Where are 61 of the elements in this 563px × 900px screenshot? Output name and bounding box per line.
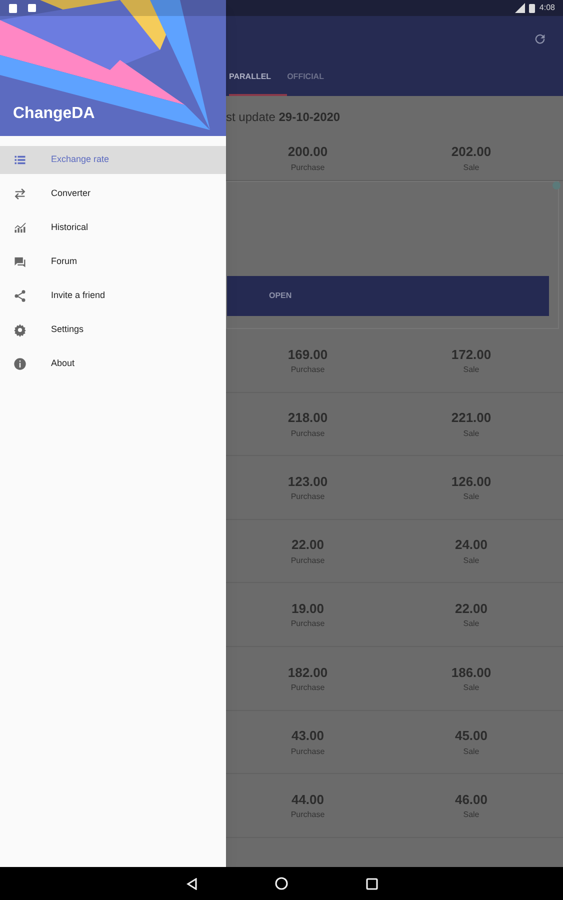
signal-icon: [515, 3, 526, 13]
rate-label: Purchase: [290, 618, 325, 630]
rate-label: Purchase: [290, 554, 325, 567]
rate-value: 169.00: [288, 346, 328, 364]
rate-value: 19.00: [291, 600, 324, 618]
rate-label: Sale: [463, 809, 480, 822]
rate-value: 45.00: [454, 727, 488, 746]
menu-item[interactable]: Exchange rate: [0, 146, 226, 174]
refresh-icon[interactable]: [533, 32, 547, 46]
menu-item[interactable]: Converter: [0, 180, 226, 208]
app-title: ChangeDA: [13, 104, 95, 124]
rate-label: Sale: [463, 491, 480, 504]
rate-value: 46.00: [454, 790, 488, 809]
rate-value: 221.00: [451, 409, 492, 428]
rate-value: 22.00: [454, 600, 488, 618]
clock-text: 4:08: [539, 2, 555, 14]
tab[interactable]: PARALLEL: [229, 60, 288, 96]
rate-value: 202.00: [451, 143, 492, 161]
list-icon: [13, 153, 27, 167]
chat-bubbles-icon: [13, 255, 27, 269]
rate-label: Sale: [463, 428, 480, 440]
swap-arrows-icon: [13, 187, 27, 201]
rate-value: 218.00: [288, 409, 328, 428]
rate-label: Sale: [463, 682, 480, 694]
rate-label: Sale: [463, 162, 480, 174]
settings-icon: [13, 323, 27, 337]
rate-label: Purchase: [290, 491, 325, 504]
rate-value: 44.00: [291, 790, 324, 809]
rate-label: Sale: [463, 364, 480, 376]
rate-value: 182.00: [288, 664, 328, 682]
menu-item[interactable]: About: [0, 350, 226, 378]
rate-label: Purchase: [290, 162, 325, 174]
last-update-text: st update 29-10-2020: [226, 109, 342, 126]
rate-value: 123.00: [288, 472, 328, 491]
menu-item[interactable]: Forum: [0, 248, 226, 276]
recents-icon[interactable]: [366, 878, 378, 890]
rate-value: 172.00: [451, 346, 492, 364]
battery-icon: [529, 3, 536, 13]
open-button[interactable]: OPEN: [227, 276, 549, 316]
rate-value: 22.00: [291, 536, 324, 554]
chart-icon: [13, 221, 27, 235]
rate-value: 126.00: [451, 472, 492, 491]
rate-label: Sale: [463, 554, 480, 567]
rate-value: 43.00: [291, 727, 324, 746]
rate-label: Purchase: [290, 746, 325, 758]
rate-label: Purchase: [290, 364, 325, 376]
rate-label: Purchase: [290, 809, 325, 822]
rate-label: Purchase: [290, 428, 325, 440]
share-icon: [13, 289, 27, 303]
back-icon[interactable]: [186, 878, 198, 890]
home-icon[interactable]: [275, 877, 288, 890]
rate-label: Sale: [463, 618, 480, 630]
rate-label: Sale: [463, 746, 480, 758]
menu-item[interactable]: Invite a friend: [0, 282, 226, 310]
menu-item[interactable]: Settings: [0, 316, 226, 344]
menu-item[interactable]: Historical: [0, 214, 226, 242]
rate-value: 186.00: [451, 664, 492, 682]
rate-label: Purchase: [290, 682, 325, 694]
info-icon: [13, 357, 27, 371]
rate-value: 24.00: [454, 536, 488, 554]
rate-value: 200.00: [288, 143, 328, 161]
